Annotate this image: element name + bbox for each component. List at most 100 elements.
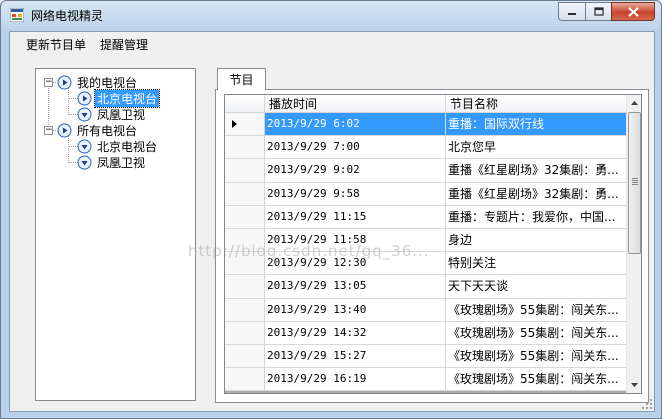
row-header[interactable] [225,159,265,182]
table-row[interactable]: 2013/9/29 16:19 《玫瑰剧场》55集剧：闯关东... [225,368,628,392]
close-button[interactable] [611,2,655,21]
column-header-name[interactable]: 节目名称 [446,95,628,113]
row-header[interactable] [225,368,265,391]
row-header[interactable] [225,275,265,298]
caption-buttons [558,2,655,21]
cell-play-time[interactable]: 2013/9/29 16:19 [265,368,446,391]
down-icon [77,155,92,169]
cell-play-time[interactable]: 2013/9/29 9:02 [265,159,446,182]
tree-node-my-stations[interactable]: 我的电视台 [57,74,139,90]
row-header[interactable] [225,228,265,252]
cell-play-time[interactable]: 2013/9/29 13:05 [265,275,446,298]
tab-page-programs: 播放时间 节目名称 2013/9/29 6:02 重播：国际双行线 2013/9/2… [215,89,649,403]
table-row[interactable]: 2013/9/29 14:32 《玫瑰剧场》55集剧：闯关东... [225,321,628,345]
menu-update-schedule[interactable]: 更新节目单 [19,34,93,55]
table-row[interactable]: 2013/9/29 12:30 特别关注 [225,252,628,276]
grip-line [632,178,638,179]
title-bar[interactable]: 网络电视精灵 [1,1,661,31]
cell-play-time[interactable]: 2013/9/29 11:15 [265,205,446,228]
client-area: 更新节目单 提醒管理 − − 我的电视台 北京电视台 凤凰卫视 所有电视台 北京… [9,31,655,412]
play-icon [57,123,72,137]
grid-rows: 2013/9/29 6:02 重播：国际双行线 2013/9/29 7:00 北京您早… [225,113,628,392]
row-header[interactable] [225,182,265,205]
cell-program-name[interactable]: 特别关注 [446,252,628,275]
table-row[interactable]: 2013/9/29 11:15 重播：专题片：我爱你，中国... [225,205,628,229]
tree-node-label: 北京电视台 [93,88,161,108]
maximize-button[interactable] [585,2,611,21]
maximize-icon [593,7,604,16]
current-row-arrow-icon [232,120,237,128]
tree-node-beijing-tv-all[interactable]: 北京电视台 [77,138,159,154]
cell-program-name[interactable]: 天下天天谈 [446,275,628,298]
scroll-thumb[interactable] [628,112,641,254]
row-header[interactable] [225,252,265,275]
tree-node-label: 凤凰卫视 [97,107,146,122]
cell-play-time[interactable]: 2013/9/29 7:00 [265,136,446,159]
collapse-toggle[interactable]: − [44,126,53,135]
cell-program-name[interactable]: 《玫瑰剧场》55集剧：闯关东... [446,368,628,391]
scroll-up-icon [631,101,638,105]
channel-tree[interactable]: − − 我的电视台 北京电视台 凤凰卫视 所有电视台 北京电视台 凤凰卫视 [35,68,196,401]
table-row[interactable]: 2013/9/29 13:40 《玫瑰剧场》55集剧：闯关东... [225,298,628,322]
tree-node-phoenix-tv[interactable]: 凤凰卫视 [77,106,147,122]
scroll-up-button[interactable] [627,95,641,111]
cell-play-time[interactable]: 2013/9/29 11:58 [265,228,446,252]
row-header[interactable] [225,321,265,344]
grid-header: 播放时间 节目名称 [225,95,628,113]
cell-play-time[interactable]: 2013/9/29 6:02 [265,113,446,136]
cell-program-name[interactable]: 重播《红星剧场》32集剧：勇... [446,159,628,182]
collapse-toggle[interactable]: − [44,78,53,87]
tree-node-label: 我的电视台 [77,75,138,90]
down-icon [77,139,92,153]
table-row[interactable]: 2013/9/29 6:02 重播：国际双行线 [225,113,628,137]
tab-programs[interactable]: 节目 [217,68,266,90]
program-grid[interactable]: 播放时间 节目名称 2013/9/29 6:02 重播：国际双行线 2013/9/2… [224,94,642,394]
cell-program-name[interactable]: 《玫瑰剧场》55集剧：闯关东... [446,298,628,321]
scroll-down-button[interactable] [627,377,641,393]
cell-program-name[interactable]: 北京您早 [446,136,628,159]
cell-play-time[interactable]: 2013/9/29 12:30 [265,252,446,275]
table-row[interactable]: 2013/9/29 7:00 北京您早 [225,136,628,160]
tree-node-phoenix-tv-all[interactable]: 凤凰卫视 [77,154,147,170]
cell-play-time[interactable]: 2013/9/29 14:32 [265,321,446,344]
cell-program-name[interactable]: 重播《红星剧场》32集剧：勇... [446,182,628,205]
close-icon [627,6,639,17]
row-header[interactable] [225,205,265,228]
cell-program-name[interactable]: 《玫瑰剧场》55集剧：闯关东... [446,344,628,368]
tree-node-all-stations[interactable]: 所有电视台 [57,122,139,138]
cell-program-name[interactable]: 身边 [446,228,628,252]
table-row[interactable]: 2013/9/29 9:02 重播《红星剧场》32集剧：勇... [225,159,628,183]
menu-reminder-manage[interactable]: 提醒管理 [93,34,155,55]
grip-line [632,180,638,181]
minimize-button[interactable] [558,2,585,21]
cell-play-time[interactable]: 2013/9/29 13:40 [265,298,446,321]
play-icon [57,75,72,89]
tree-node-label: 北京电视台 [97,139,158,154]
row-header[interactable] [225,298,265,321]
cell-program-name[interactable]: 《玫瑰剧场》55集剧：闯关东... [446,321,628,344]
vertical-scrollbar[interactable] [626,95,641,393]
cell-program-name[interactable]: 重播：国际双行线 [446,113,628,136]
scroll-down-icon [631,383,638,387]
column-header-time[interactable]: 播放时间 [265,95,446,113]
cell-play-time[interactable]: 2013/9/29 15:27 [265,344,446,368]
windows-forms-icon [10,8,24,22]
table-row[interactable]: 2013/9/29 9:58 重播《红星剧场》32集剧：勇... [225,182,628,206]
table-row[interactable]: 2013/9/29 13:05 天下天天谈 [225,275,628,299]
window-title: 网络电视精灵 [31,9,104,23]
tree-node-beijing-tv[interactable]: 北京电视台 [77,88,161,108]
row-header-corner [225,95,265,113]
table-row[interactable]: 2013/9/29 11:58 身边 [225,228,628,253]
tree-line [48,83,49,131]
table-row[interactable]: 2013/9/29 15:27 《玫瑰剧场》55集剧：闯关东... [225,344,628,369]
grip-line [632,184,638,185]
row-header[interactable] [225,113,265,136]
cell-play-time[interactable]: 2013/9/29 9:58 [265,182,446,205]
resize-grip-icon[interactable] [641,398,653,410]
minimize-icon [568,12,576,15]
cell-program-name[interactable]: 重播：专题片：我爱你，中国... [446,205,628,228]
row-header[interactable] [225,344,265,368]
row-header[interactable] [225,136,265,159]
tree-node-label: 凤凰卫视 [97,155,146,170]
main-window: 网络电视精灵 更新节目单 提醒管理 − − 我的电视台 北京电视台 凤凰卫视 所… [0,0,662,419]
